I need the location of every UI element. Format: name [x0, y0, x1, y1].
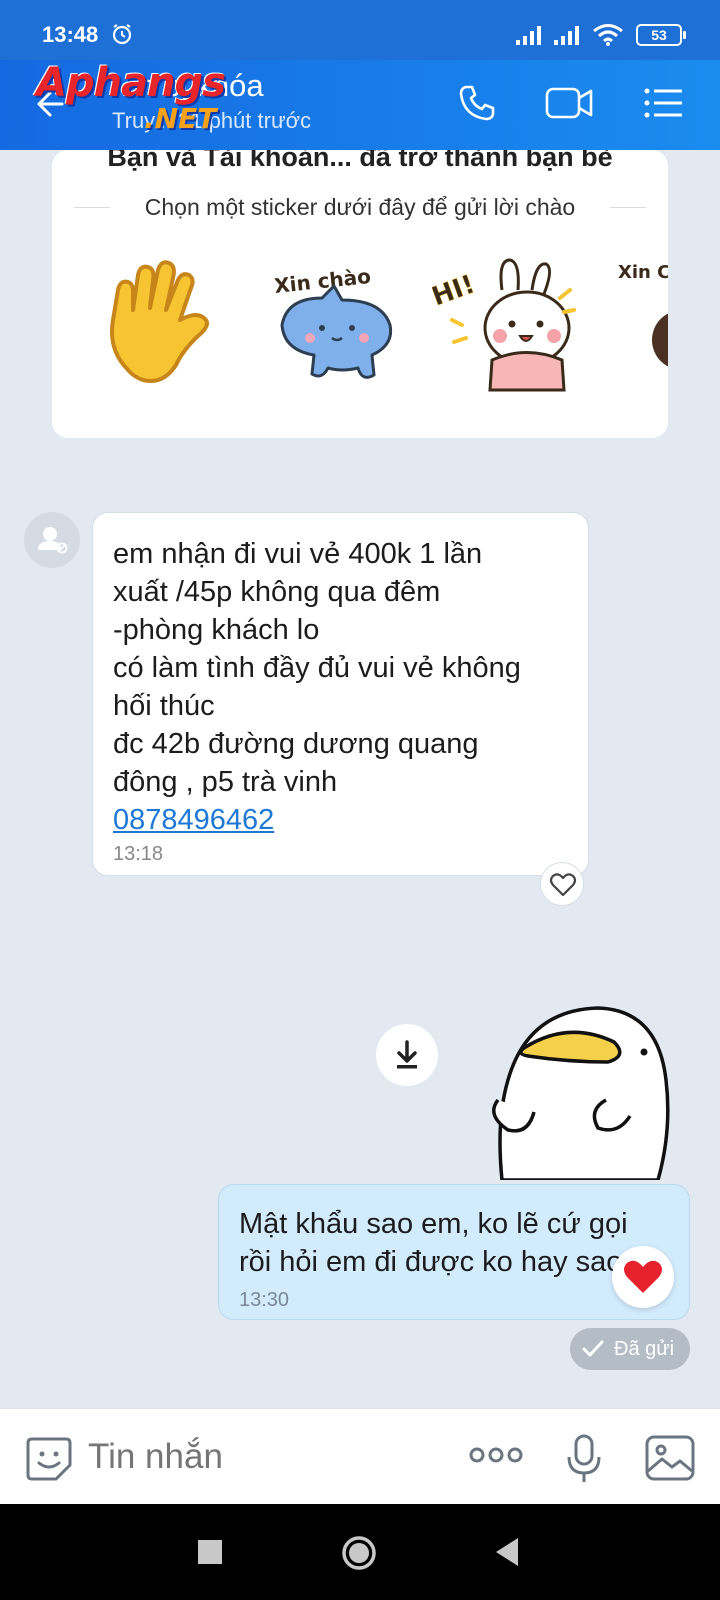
sent-status-badge: Đã gửi [570, 1328, 690, 1370]
message-input-bar [0, 1408, 720, 1504]
default-user-icon [38, 527, 68, 554]
recents-square-icon[interactable] [197, 1534, 223, 1570]
message-line: có làm tình đầy đủ vui vẻ không [113, 652, 521, 684]
waving-hand-sticker[interactable] [88, 250, 238, 400]
battery-icon: 53 [636, 24, 686, 46]
red-heart-icon [624, 1260, 662, 1293]
battery-level: 53 [651, 27, 667, 43]
message-line: Mật khẩu sao em, ko lẽ cứ gọi [239, 1208, 628, 1240]
watermark-logo: Aphangs .NET [36, 60, 256, 146]
alarm-icon [112, 24, 132, 45]
status-time: 13:48 [42, 22, 99, 47]
system-nav-bar [0, 1504, 720, 1600]
incoming-message-bubble[interactable]: em nhận đi vui vẻ 400k 1 lần xuất /45p k… [92, 512, 589, 876]
greeting-sticker-card: Bạn và Tài khoản... đã trở thành bạn bè … [52, 150, 668, 438]
back-triangle-icon[interactable] [494, 1536, 520, 1568]
wifi-icon [593, 24, 623, 46]
message-text: em nhận đi vui vẻ 400k 1 lần xuất /45p k… [113, 535, 521, 839]
watermark-sub-text: .NET [144, 102, 217, 135]
sticker-prompt-row: Chọn một sticker dưới đây để gửi lời chà… [74, 192, 646, 222]
message-line: hối thúc [113, 690, 215, 722]
emoji-sticker-icon[interactable] [24, 1433, 74, 1483]
message-timestamp: 13:30 [239, 1289, 290, 1311]
avatar[interactable] [24, 512, 80, 568]
message-line: -phòng khách lo [113, 614, 320, 646]
chat-header: ...n bị khóa Truy... 21 phút trước Aphan… [0, 60, 720, 150]
message-line: xuất /45p không qua đêm [113, 576, 441, 608]
microphone-icon[interactable] [564, 1433, 604, 1485]
message-line: đông , p5 trà vinh [113, 766, 338, 798]
sent-status-label: Đã gửi [614, 1338, 675, 1360]
image-gallery-icon[interactable] [644, 1433, 696, 1483]
status-bar: 13:48 53 [0, 0, 720, 60]
menu-list-icon[interactable] [642, 82, 684, 124]
cell-signal-icon [516, 26, 541, 45]
message-line: rồi hỏi em đi được ko hay sao [239, 1246, 623, 1278]
video-call-icon[interactable] [544, 82, 594, 124]
watermark-main-text: Aphangs [36, 60, 226, 106]
sticker-prompt: Chọn một sticker dưới đây để gửi lời chà… [144, 194, 576, 220]
sticker-caption: Xin Chà [618, 262, 668, 283]
sticker-caption: HI! [432, 269, 479, 312]
cell-signal-icon [554, 26, 579, 45]
message-timestamp: 13:18 [113, 843, 164, 865]
message-line: đc 42b đường dương quang [113, 728, 479, 760]
heart-reaction[interactable] [612, 1246, 674, 1308]
home-circle-icon[interactable] [340, 1534, 378, 1572]
checkmark-icon [582, 1340, 604, 1357]
message-text: Mật khẩu sao em, ko lẽ cứ gọi rồi hỏi em… [239, 1205, 628, 1281]
bunny-hi-sticker[interactable]: HI! [432, 250, 582, 400]
react-button[interactable] [540, 862, 584, 906]
sticker-caption: Xin chào [273, 264, 372, 298]
friendship-notice: Bạn và Tài khoản... đã trở thành bạn bè [107, 150, 613, 172]
download-icon [397, 1040, 417, 1069]
blue-cat-sticker[interactable]: Xin chào [262, 250, 412, 400]
heart-outline-icon [549, 873, 577, 897]
download-button[interactable] [376, 1024, 438, 1086]
phone-number-link[interactable]: 0878496462 [113, 801, 521, 839]
message-line: em nhận đi vui vẻ 400k 1 lần [113, 538, 483, 570]
message-input[interactable] [88, 1429, 438, 1485]
phone-call-icon[interactable] [456, 82, 498, 124]
xin-chao-sticker[interactable]: Xin Chà [612, 250, 668, 400]
divider [610, 207, 646, 208]
duck-sticker[interactable] [488, 1000, 680, 1180]
more-dots-icon[interactable] [468, 1443, 524, 1467]
